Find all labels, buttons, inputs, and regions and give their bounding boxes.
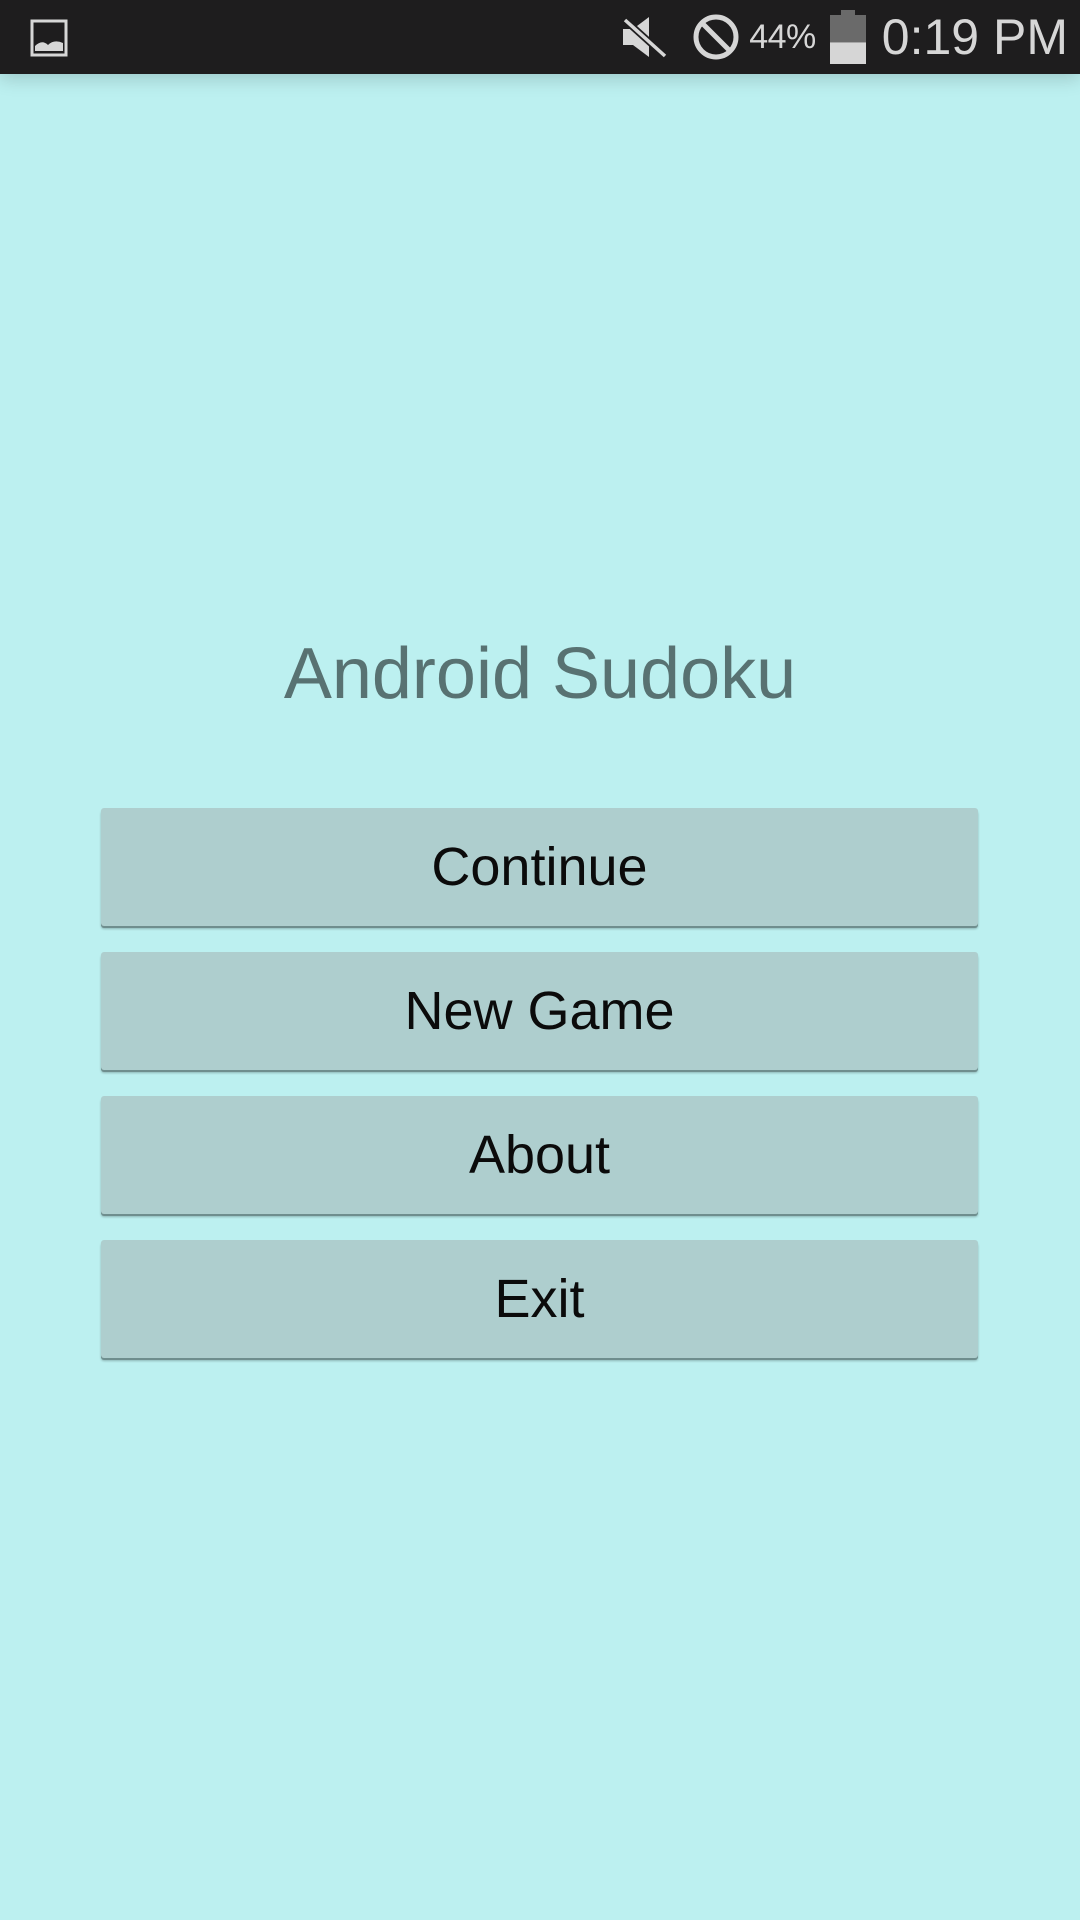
gallery-icon — [30, 19, 68, 57]
exit-button[interactable]: Exit — [101, 1240, 978, 1358]
battery-percent: 44% — [749, 17, 816, 56]
continue-button[interactable]: Continue — [101, 808, 978, 926]
clock: 0:19 PM — [881, 9, 1068, 65]
battery-icon — [829, 10, 866, 64]
app-title: Android Sudoku — [283, 634, 797, 714]
new-game-button[interactable]: New Game — [101, 952, 978, 1070]
status-icons: 44% 0:19 PM — [619, 0, 1068, 74]
do-not-disturb-icon — [693, 14, 739, 60]
mute-icon — [622, 17, 668, 59]
main-menu: Continue New Game About Exit — [101, 808, 978, 1384]
about-button[interactable]: About — [101, 1096, 978, 1214]
status-bar: 44% 0:19 PM — [0, 0, 1080, 74]
